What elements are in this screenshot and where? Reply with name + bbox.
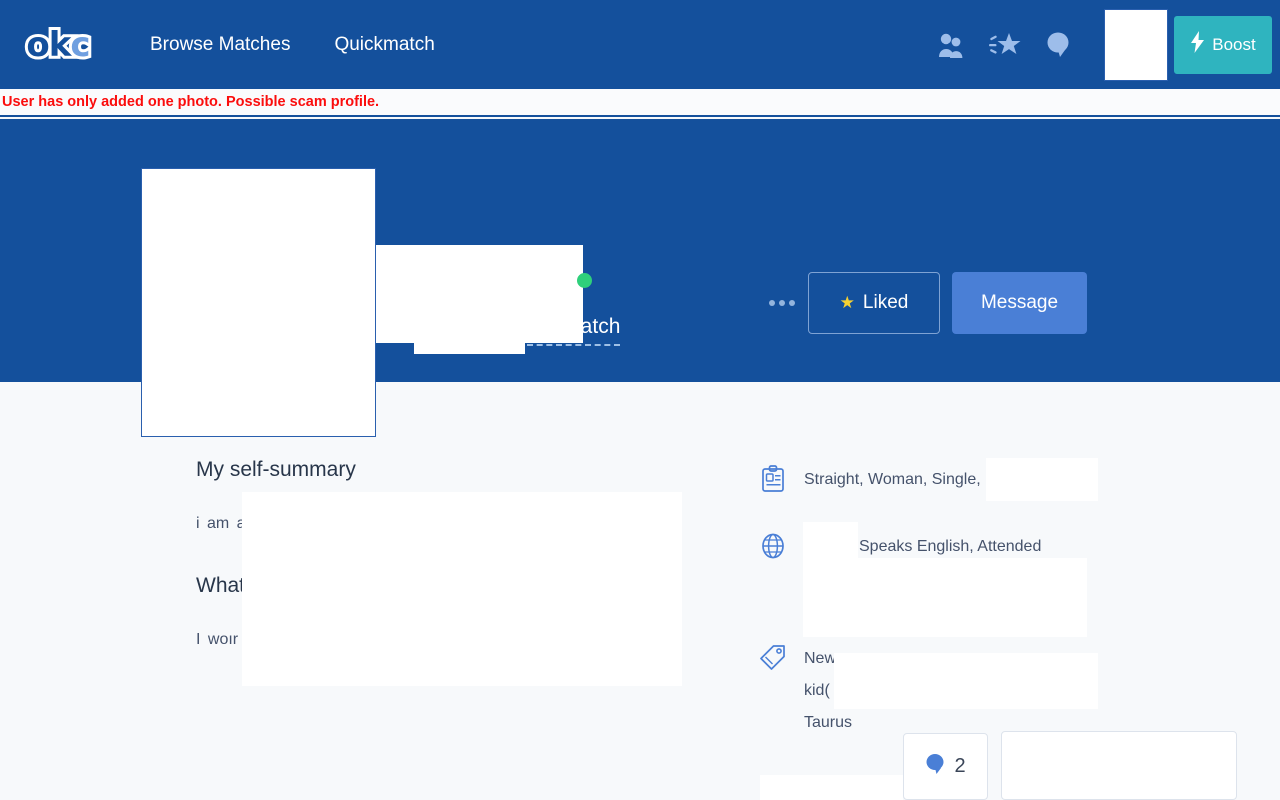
okc-logo[interactable]: okc <box>23 22 93 68</box>
detail-tag-line: New <box>804 650 837 667</box>
liked-button[interactable]: ★ Liked <box>808 272 940 334</box>
detail-basics-redacted <box>986 458 1098 501</box>
nav-right-group: Boost <box>924 0 1280 89</box>
people-icon[interactable] <box>924 0 978 89</box>
detail-tags-redacted <box>834 653 1098 709</box>
more-options-button[interactable] <box>760 272 804 334</box>
lightning-bolt-icon <box>1190 31 1205 58</box>
detail-bottom-strip-redacted <box>760 775 903 800</box>
main-nav: Browse Matches Quickmatch <box>128 34 457 56</box>
detail-basics-text: Straight, Woman, Single, <box>804 471 981 488</box>
star-icon: ★ <box>839 293 855 312</box>
boost-label: Boost <box>1212 34 1256 54</box>
top-navbar: okc Browse Matches Quickmatch Boost <box>0 0 1280 89</box>
message-button[interactable]: Message <box>952 272 1087 334</box>
logo-text: okc <box>23 24 93 65</box>
essay-title-self-summary: My self-summary <box>196 458 356 481</box>
avatar[interactable] <box>1104 8 1168 81</box>
profile-photo-redacted[interactable] <box>141 168 376 437</box>
dot-icon <box>779 300 785 306</box>
globe-icon <box>760 531 804 565</box>
logo-letters: okc <box>23 24 93 65</box>
dot-icon <box>789 300 795 306</box>
id-badge-icon <box>760 464 804 498</box>
essay-text-redacted <box>242 492 682 686</box>
scam-warning-banner: User has only added one photo. Possible … <box>0 89 1280 117</box>
speech-bubble-icon[interactable] <box>1032 0 1086 89</box>
detail-tag-line: kid( <box>804 682 830 699</box>
scam-warning-text: User has only added one photo. Possible … <box>2 94 380 110</box>
blank-info-card-redacted[interactable] <box>1001 731 1237 800</box>
dot-icon <box>769 300 775 306</box>
profile-location-redacted <box>414 324 525 354</box>
boost-button[interactable]: Boost <box>1174 15 1272 74</box>
liked-label: Liked <box>862 292 909 313</box>
nav-item-browse-matches[interactable]: Browse Matches <box>128 34 312 56</box>
detail-languages-redacted-block <box>803 558 1087 637</box>
detail-tag-line: Taurus <box>804 714 853 731</box>
star-sparkle-icon[interactable] <box>978 0 1032 89</box>
message-count-card[interactable]: 2 <box>903 733 988 800</box>
nav-item-quickmatch[interactable]: Quickmatch <box>312 34 456 56</box>
profile-action-bar: ★ Liked Message <box>760 272 1087 334</box>
match-percentage[interactable]: 0% Match <box>527 315 621 346</box>
essay-line: i am a <box>196 515 246 532</box>
message-count: 2 <box>954 755 966 777</box>
tag-icon <box>760 643 804 677</box>
speech-bubble-icon <box>925 752 947 781</box>
essay-line: I woır <box>196 631 239 648</box>
online-status-dot <box>577 273 592 288</box>
